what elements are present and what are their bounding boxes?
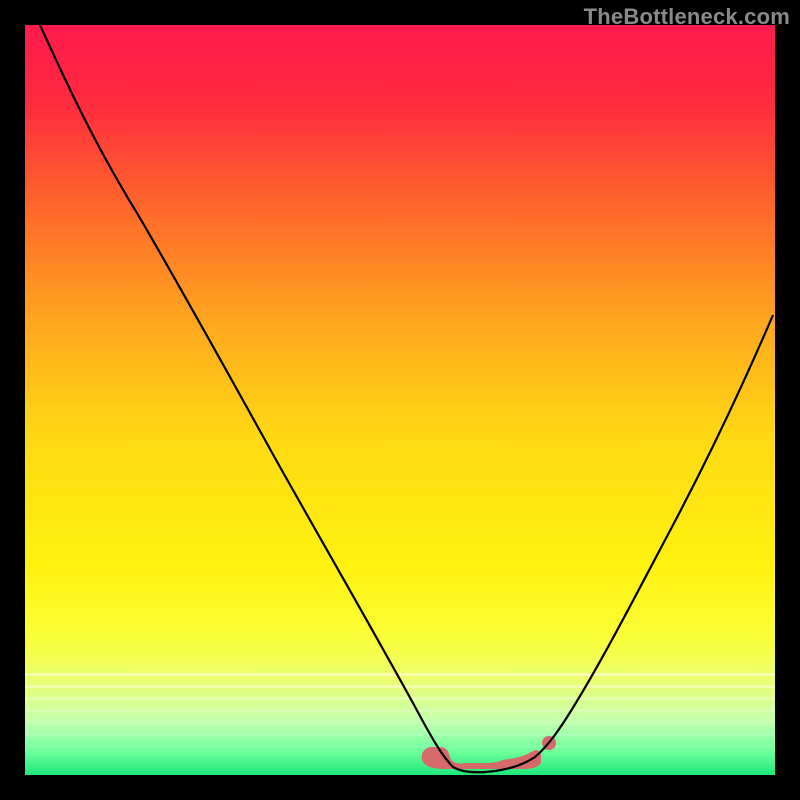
- chart-background: [25, 25, 775, 775]
- chart-stage: TheBottleneck.com: [0, 0, 800, 800]
- plot-area: [25, 25, 775, 775]
- chart-svg: [25, 25, 775, 775]
